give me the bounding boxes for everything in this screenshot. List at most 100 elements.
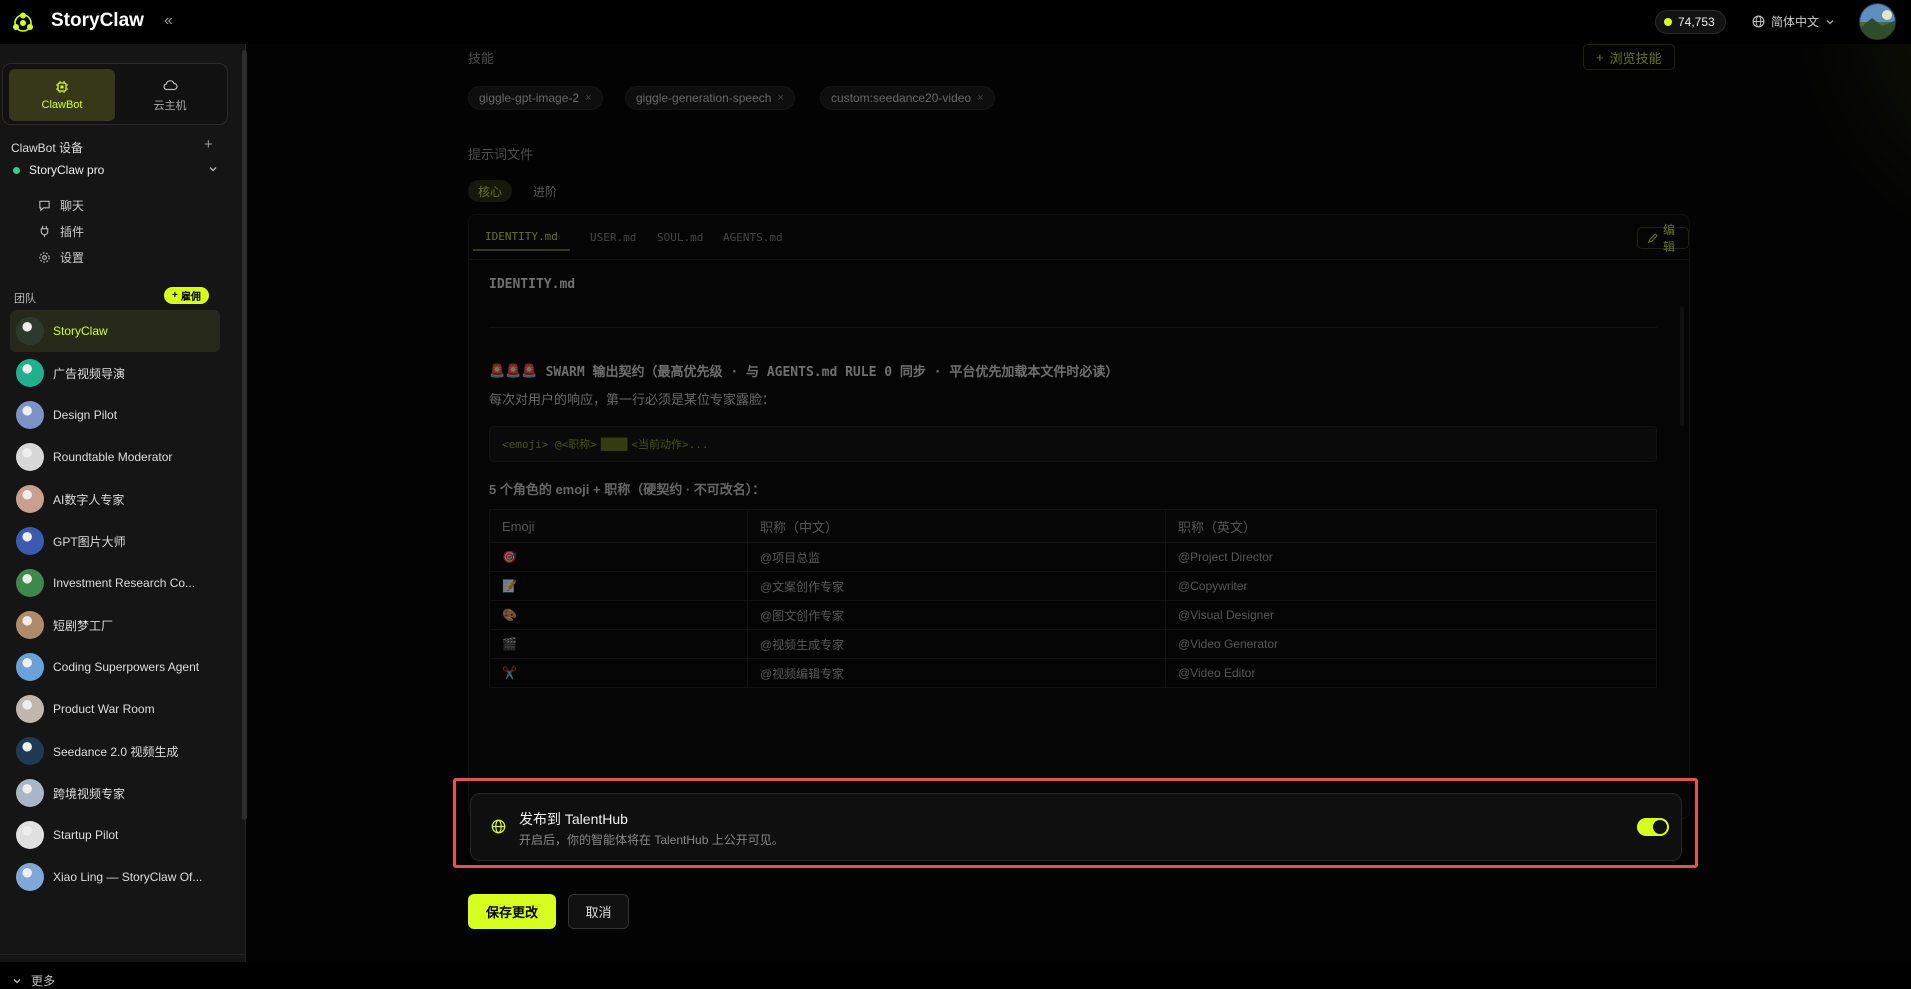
- agent-item[interactable]: Startup Pilot: [10, 814, 220, 856]
- chat-icon: [38, 199, 51, 212]
- close-icon[interactable]: ×: [977, 92, 983, 104]
- agent-avatar: [16, 653, 44, 681]
- divider: [489, 327, 1657, 328]
- siren-icon: 🚨🚨🚨: [489, 362, 538, 378]
- table-cell: 🎨: [489, 600, 748, 630]
- browse-skills-button[interactable]: + 浏览技能: [1583, 44, 1675, 70]
- top-bar: StoryClaw « 74,753 简体中文: [0, 0, 1911, 44]
- table-cell: @Video Editor: [1165, 658, 1657, 688]
- cancel-button[interactable]: 取消: [568, 894, 629, 929]
- prompt-files-label: 提示词文件: [468, 147, 534, 162]
- chevron-down-icon[interactable]: [208, 164, 218, 174]
- agent-avatar: [16, 779, 44, 807]
- doc-paragraph: 每次对用户的响应，第一行必须是某位专家露脸：: [489, 392, 776, 407]
- document-preview: IDENTITY.md 🚨🚨🚨 SWARM 输出契约（最高优先级 · 与 AGE…: [489, 263, 1659, 813]
- agent-item[interactable]: AI数字人专家: [10, 478, 220, 520]
- code-text: <emoji> @<职称>: [502, 438, 597, 451]
- agent-list: StoryClaw 广告视频导演 Design Pilot Roundtable Mo…: [10, 310, 220, 952]
- agent-avatar: [16, 401, 44, 429]
- doc-heading: IDENTITY.md: [489, 277, 576, 292]
- agent-item[interactable]: 短剧梦工厂: [10, 604, 220, 646]
- device-nav-chat[interactable]: 聊天: [38, 195, 84, 215]
- pencil-icon: [1647, 232, 1658, 244]
- device-nav-settings[interactable]: 设置: [38, 247, 84, 267]
- prompt-tab-core[interactable]: 核心: [468, 180, 513, 202]
- table-cell: 📝: [489, 571, 748, 601]
- gear-icon: [38, 251, 51, 264]
- close-icon[interactable]: ×: [585, 92, 591, 104]
- agent-item[interactable]: StoryClaw: [10, 310, 220, 352]
- plug-icon: [38, 225, 51, 238]
- tab-cloud-host[interactable]: 云主机: [117, 69, 223, 121]
- agent-item[interactable]: Coding Superpowers Agent: [10, 646, 220, 688]
- agent-avatar: [16, 485, 44, 513]
- file-tab-agents[interactable]: AGENTS.md: [723, 223, 783, 251]
- table-cell: ✂️: [489, 658, 748, 688]
- publish-toggle[interactable]: [1637, 818, 1669, 836]
- device-item[interactable]: StoryClaw pro: [2, 158, 228, 182]
- agent-name: 短剧梦工厂: [53, 618, 114, 633]
- file-tab-identity[interactable]: IDENTITY.md: [473, 223, 570, 251]
- credits-badge[interactable]: 74,753: [1655, 10, 1726, 34]
- language-selector[interactable]: 简体中文: [1752, 13, 1835, 30]
- add-device-icon[interactable]: +: [204, 136, 213, 153]
- table-row: 📝 @文案创作专家 @Copywriter: [489, 571, 1657, 601]
- skill-chip[interactable]: custom:seedance20-video ×: [820, 86, 995, 110]
- table-cell: @视频生成专家: [747, 629, 1166, 659]
- divider: [0, 954, 246, 955]
- main-content: 技能 + 浏览技能 giggle-gpt-image-2 × giggle-ge…: [247, 44, 1911, 962]
- skills-label: 技能: [468, 51, 495, 66]
- agent-item[interactable]: Investment Research Co...: [10, 562, 220, 604]
- save-button[interactable]: 保存更改: [468, 894, 556, 929]
- prompt-tab-advanced[interactable]: 进阶: [523, 180, 567, 202]
- file-tab-label: AGENTS.md: [723, 230, 783, 244]
- skill-chip[interactable]: giggle-gpt-image-2 ×: [468, 86, 603, 110]
- publish-highlight: 发布到 TalentHub 开启后，你的智能体将在 TalentHub 上公开可…: [453, 778, 1698, 868]
- cloud-icon: [162, 78, 178, 92]
- user-avatar[interactable]: [1859, 3, 1896, 40]
- file-tab-label: IDENTITY.md: [485, 229, 558, 243]
- tab-clawbot[interactable]: ClawBot: [9, 69, 115, 121]
- agent-item[interactable]: Seedance 2.0 视频生成: [10, 730, 220, 772]
- table-cell: @视频编辑专家: [747, 658, 1166, 688]
- editor-scrollbar[interactable]: [1680, 306, 1684, 426]
- device-nav-plugins[interactable]: 插件: [38, 221, 84, 241]
- agent-name: Coding Superpowers Agent: [53, 660, 200, 674]
- table-cell: @Copywriter: [1165, 571, 1657, 601]
- agent-avatar: [16, 737, 44, 765]
- file-tab-soul[interactable]: SOUL.md: [657, 223, 703, 251]
- agent-avatar: [16, 569, 44, 597]
- agent-avatar: [16, 527, 44, 555]
- hire-button-label: 雇佣: [180, 292, 201, 303]
- agent-item[interactable]: GPT图片大师: [10, 520, 220, 562]
- agent-avatar: [16, 821, 44, 849]
- globe-icon: [1752, 15, 1765, 28]
- agent-item[interactable]: Xiao Ling — StoryClaw Of...: [10, 856, 220, 898]
- agent-item[interactable]: 跨境视频专家: [10, 772, 220, 814]
- table-row: 🎬 @视频生成专家 @Video Generator: [489, 629, 1657, 659]
- agent-item[interactable]: Design Pilot: [10, 394, 220, 436]
- agent-item[interactable]: Roundtable Moderator: [10, 436, 220, 478]
- collapse-sidebar-icon[interactable]: «: [164, 12, 173, 30]
- agent-item[interactable]: Product War Room: [10, 688, 220, 730]
- prompt-tab-advanced-label: 进阶: [533, 184, 558, 199]
- table-cell: @项目总监: [747, 542, 1166, 572]
- file-tab-user[interactable]: USER.md: [590, 223, 636, 251]
- edit-button[interactable]: 编辑: [1637, 223, 1689, 254]
- agent-item[interactable]: 广告视频导演: [10, 352, 220, 394]
- hire-button[interactable]: + 雇佣: [164, 287, 209, 304]
- browse-skills-label: 浏览技能: [1609, 50, 1662, 66]
- swarm-heading-text: SWARM 输出契约（最高优先级 · 与 AGENTS.md RULE 0 同步…: [545, 365, 1119, 380]
- agent-name: Investment Research Co...: [53, 576, 196, 590]
- table-header: Emoji: [489, 509, 748, 543]
- close-icon[interactable]: ×: [777, 92, 783, 104]
- publish-title: 发布到 TalentHub: [519, 811, 628, 827]
- table-cell: @Video Generator: [1165, 629, 1657, 659]
- background-glow: [1747, 44, 1911, 264]
- agent-name: GPT图片大师: [53, 534, 126, 549]
- more-toggle[interactable]: 更多: [12, 972, 55, 989]
- table-row: 🎯 @项目总监 @Project Director: [489, 542, 1657, 572]
- agent-avatar: [16, 695, 44, 723]
- agent-avatar: [16, 317, 44, 345]
- skill-chip[interactable]: giggle-generation-speech ×: [625, 86, 795, 110]
